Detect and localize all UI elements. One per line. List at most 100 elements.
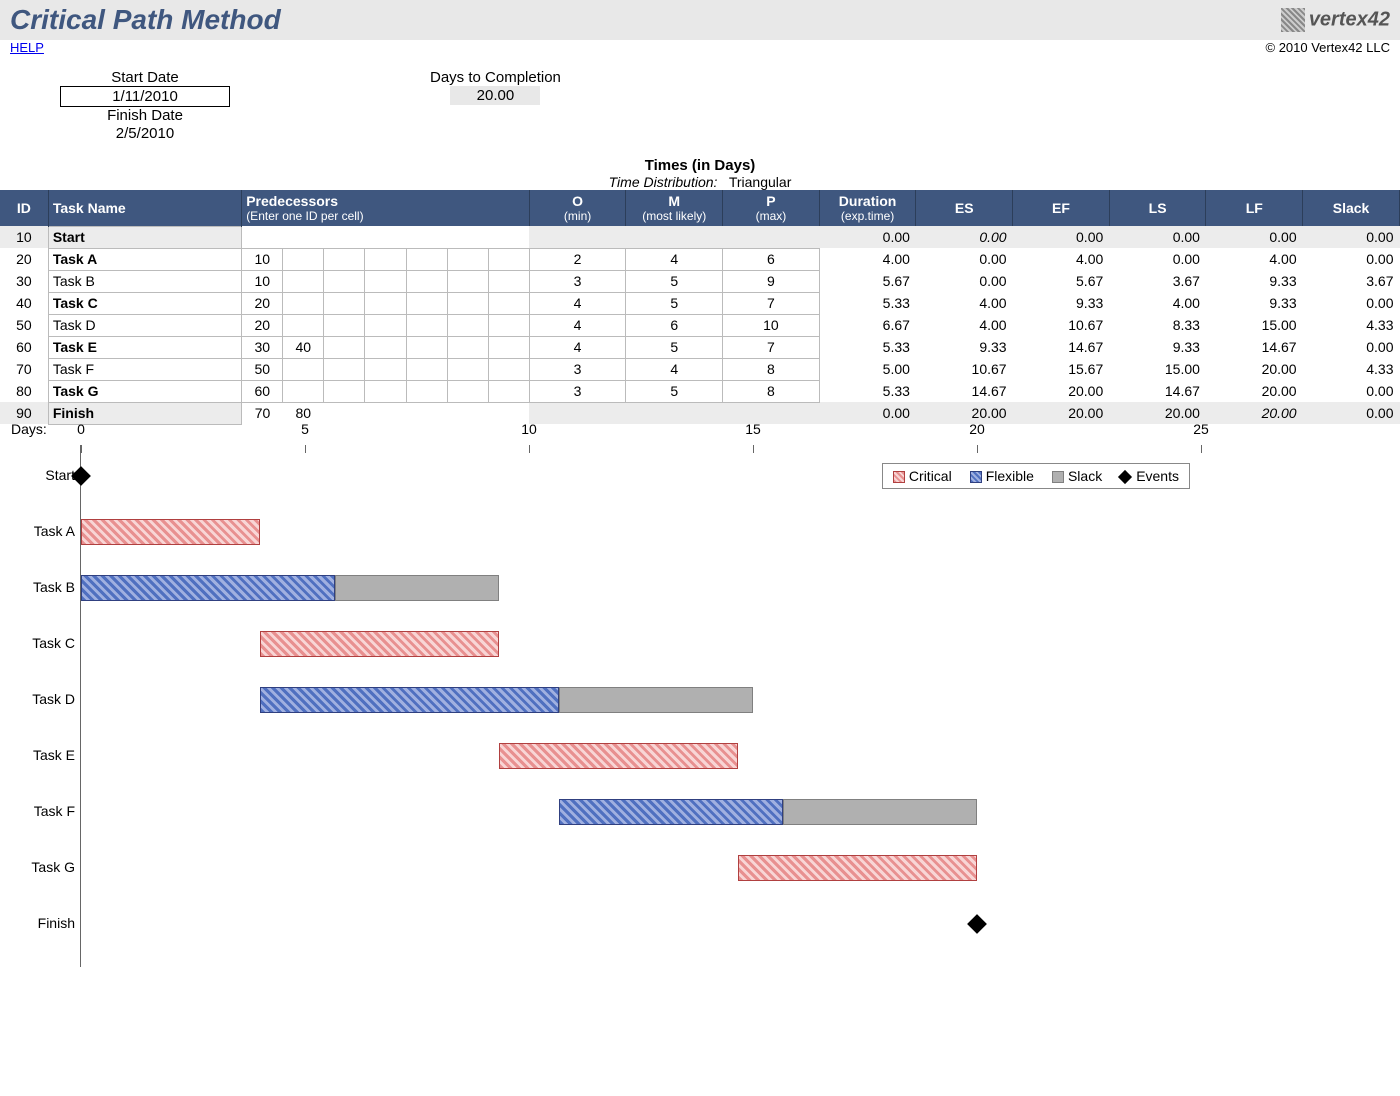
cell-O[interactable]: 4 (529, 292, 626, 314)
cell-O[interactable]: 3 (529, 358, 626, 380)
cell-P[interactable]: 9 (723, 270, 820, 292)
cell-predecessor[interactable] (365, 270, 406, 292)
cell-taskname[interactable]: Task C (48, 292, 241, 314)
cell-predecessor[interactable]: 10 (242, 270, 283, 292)
cell-P[interactable]: 6 (723, 248, 820, 270)
cell-predecessor[interactable] (283, 314, 324, 336)
cell-predecessor[interactable] (324, 248, 365, 270)
cell-taskname[interactable]: Task D (48, 314, 241, 336)
cell-taskname[interactable]: Task F (48, 358, 241, 380)
cell-predecessor[interactable] (324, 402, 365, 424)
cell-predecessor[interactable] (406, 226, 447, 248)
cell-predecessor[interactable] (447, 292, 488, 314)
col-slack: Slack (1303, 190, 1400, 226)
help-link[interactable]: HELP (10, 40, 44, 55)
cell-predecessor[interactable] (406, 292, 447, 314)
cell-predecessor[interactable]: 20 (242, 314, 283, 336)
cell-predecessor[interactable] (447, 270, 488, 292)
cell-predecessor[interactable] (447, 402, 488, 424)
cell-taskname[interactable]: Start (48, 226, 241, 248)
cell-predecessor[interactable] (447, 358, 488, 380)
cell-predecessor[interactable] (324, 358, 365, 380)
cell-predecessor[interactable] (324, 314, 365, 336)
cell-predecessor[interactable]: 10 (242, 248, 283, 270)
cell-predecessor[interactable]: 20 (242, 292, 283, 314)
cell-EF: 15.67 (1013, 358, 1110, 380)
cell-M[interactable]: 5 (626, 380, 723, 402)
cell-predecessor[interactable] (324, 380, 365, 402)
cell-P[interactable]: 7 (723, 292, 820, 314)
cell-predecessor[interactable] (488, 380, 529, 402)
cell-predecessor[interactable] (324, 336, 365, 358)
cell-M[interactable]: 5 (626, 336, 723, 358)
cell-predecessor[interactable]: 60 (242, 380, 283, 402)
cell-predecessor[interactable] (447, 380, 488, 402)
cell-predecessor[interactable] (365, 226, 406, 248)
cell-predecessor[interactable] (283, 248, 324, 270)
cell-O[interactable]: 3 (529, 380, 626, 402)
cell-predecessor[interactable] (283, 380, 324, 402)
cell-predecessor[interactable] (488, 314, 529, 336)
cell-predecessor[interactable] (447, 336, 488, 358)
cell-predecessor[interactable] (365, 402, 406, 424)
cell-predecessor[interactable]: 50 (242, 358, 283, 380)
cell-predecessor[interactable] (406, 314, 447, 336)
cell-predecessor[interactable] (365, 336, 406, 358)
cell-predecessor[interactable] (488, 292, 529, 314)
cell-predecessor[interactable] (283, 358, 324, 380)
cell-predecessor[interactable] (324, 226, 365, 248)
cell-P[interactable] (723, 226, 820, 248)
event-diamond-icon (1118, 470, 1132, 484)
start-date-input[interactable]: 1/11/2010 (60, 86, 230, 107)
cell-predecessor[interactable] (283, 292, 324, 314)
cell-predecessor[interactable] (488, 270, 529, 292)
cell-predecessor[interactable] (406, 336, 447, 358)
cell-M[interactable]: 4 (626, 358, 723, 380)
cell-predecessor[interactable] (324, 292, 365, 314)
cell-O[interactable]: 4 (529, 336, 626, 358)
cell-predecessor[interactable] (365, 292, 406, 314)
cell-predecessor[interactable] (406, 402, 447, 424)
cell-predecessor[interactable] (488, 336, 529, 358)
cell-M[interactable]: 5 (626, 270, 723, 292)
cell-O[interactable] (529, 226, 626, 248)
cell-M[interactable]: 4 (626, 248, 723, 270)
cell-predecessor[interactable] (365, 358, 406, 380)
cell-ES: 0.00 (916, 248, 1013, 270)
cell-M[interactable]: 5 (626, 292, 723, 314)
cell-P[interactable]: 10 (723, 314, 820, 336)
cell-predecessor[interactable] (488, 248, 529, 270)
cell-predecessor[interactable] (324, 270, 365, 292)
cell-M[interactable]: 6 (626, 314, 723, 336)
cell-predecessor[interactable] (488, 358, 529, 380)
cell-O[interactable]: 4 (529, 314, 626, 336)
cell-P[interactable]: 8 (723, 380, 820, 402)
cell-predecessor[interactable]: 70 (242, 402, 283, 424)
cell-predecessor[interactable] (447, 314, 488, 336)
cell-M[interactable] (626, 402, 723, 424)
cell-predecessor[interactable] (242, 226, 283, 248)
cell-predecessor[interactable]: 40 (283, 336, 324, 358)
cell-predecessor[interactable] (283, 226, 324, 248)
cell-P[interactable]: 7 (723, 336, 820, 358)
cell-predecessor[interactable]: 30 (242, 336, 283, 358)
cell-predecessor[interactable] (365, 380, 406, 402)
cell-predecessor[interactable] (447, 226, 488, 248)
cell-predecessor[interactable] (365, 314, 406, 336)
cell-taskname[interactable]: Task E (48, 336, 241, 358)
cell-predecessor[interactable] (365, 248, 406, 270)
cell-P[interactable]: 8 (723, 358, 820, 380)
cell-predecessor[interactable] (406, 358, 447, 380)
cell-taskname[interactable]: Task B (48, 270, 241, 292)
cell-taskname[interactable]: Task A (48, 248, 241, 270)
cell-predecessor[interactable] (283, 270, 324, 292)
cell-predecessor[interactable] (447, 248, 488, 270)
cell-M[interactable] (626, 226, 723, 248)
cell-O[interactable]: 3 (529, 270, 626, 292)
cell-predecessor[interactable] (406, 270, 447, 292)
cell-predecessor[interactable] (406, 380, 447, 402)
cell-O[interactable]: 2 (529, 248, 626, 270)
cell-predecessor[interactable] (406, 248, 447, 270)
cell-predecessor[interactable] (488, 226, 529, 248)
cell-taskname[interactable]: Task G (48, 380, 241, 402)
